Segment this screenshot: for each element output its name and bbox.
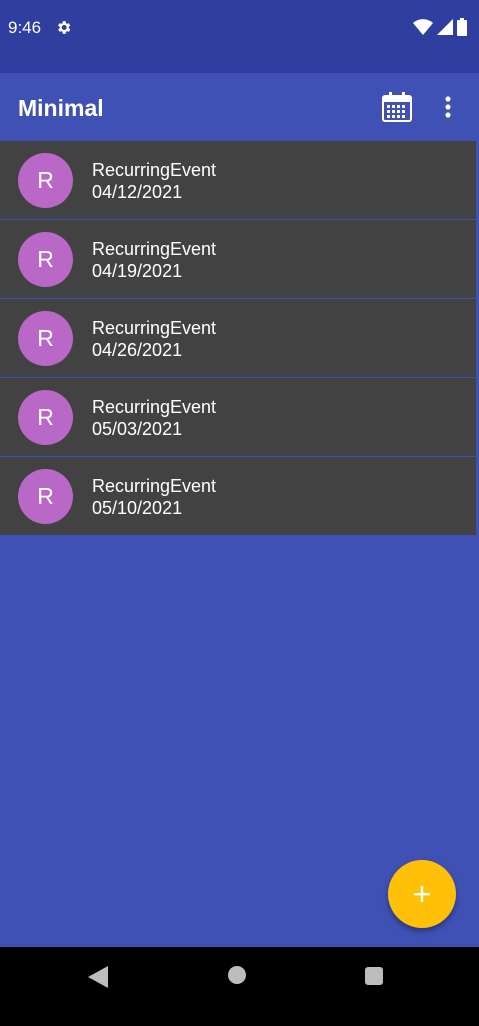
status-icons: [413, 18, 467, 36]
avatar: R: [18, 390, 73, 445]
back-icon[interactable]: [88, 966, 108, 988]
wifi-icon: [413, 19, 433, 35]
list-item[interactable]: R RecurringEvent 05/10/2021: [0, 457, 476, 536]
event-title: RecurringEvent: [92, 160, 217, 180]
battery-icon: [457, 18, 467, 36]
avatar: R: [18, 469, 73, 524]
add-event-button[interactable]: +: [388, 860, 456, 928]
list-item[interactable]: R RecurringEvent 04/26/2021: [0, 299, 476, 378]
app-bar: Minimal: [0, 73, 479, 141]
status-bar: 9:46: [0, 0, 479, 73]
avatar: R: [18, 311, 73, 366]
event-date: 04/12/2021: [92, 182, 183, 202]
list-item[interactable]: R RecurringEvent 04/12/2021: [0, 141, 476, 220]
calendar-icon[interactable]: [381, 91, 413, 123]
event-date: 04/19/2021: [92, 261, 183, 281]
event-date: 04/26/2021: [92, 340, 183, 360]
status-time: 9:46: [8, 18, 42, 37]
page-title: Minimal: [18, 95, 104, 121]
list-item[interactable]: R RecurringEvent 05/03/2021: [0, 378, 476, 457]
more-vert-icon[interactable]: [436, 91, 460, 123]
navigation-bar: [0, 947, 479, 1026]
event-title: RecurringEvent: [92, 397, 217, 417]
recent-apps-icon[interactable]: [365, 967, 383, 985]
event-title: RecurringEvent: [92, 318, 217, 338]
app-screen: 9:46 Minimal R RecurringEvent 04/12/2021…: [0, 0, 479, 1026]
home-icon[interactable]: [228, 966, 246, 984]
event-title: RecurringEvent: [92, 239, 217, 259]
avatar: R: [18, 232, 73, 287]
avatar: R: [18, 153, 73, 208]
event-date: 05/10/2021: [92, 498, 183, 518]
signal-icon: [437, 19, 453, 35]
event-title: RecurringEvent: [92, 476, 217, 496]
settings-icon: [58, 21, 71, 34]
list-item[interactable]: R RecurringEvent 04/19/2021: [0, 220, 476, 299]
add-icon: +: [412, 875, 432, 912]
event-date: 05/03/2021: [92, 419, 183, 439]
event-list: R RecurringEvent 04/12/2021 R RecurringE…: [0, 141, 476, 536]
